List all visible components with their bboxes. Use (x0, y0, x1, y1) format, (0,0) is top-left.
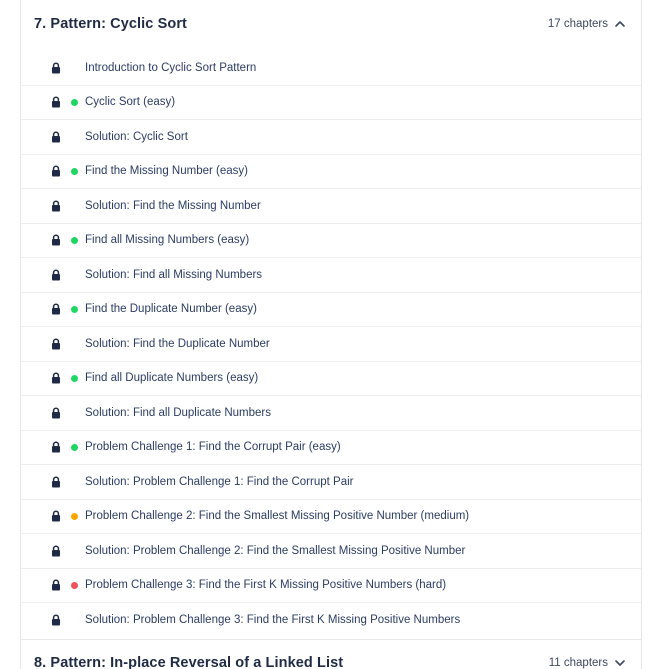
lesson-row[interactable]: Solution: Problem Challenge 1: Find the … (21, 465, 641, 500)
difficulty-dot-easy (70, 236, 78, 244)
lesson-row[interactable]: Solution: Cyclic Sort (21, 120, 641, 155)
difficulty-dot-easy (70, 374, 78, 382)
lesson-link[interactable]: Solution: Cyclic Sort (85, 131, 188, 143)
lock-icon (52, 269, 60, 281)
lesson-link[interactable]: Solution: Find the Duplicate Number (85, 338, 270, 350)
lock-icon (52, 96, 60, 108)
lesson-row[interactable]: Problem Challenge 1: Find the Corrupt Pa… (21, 431, 641, 465)
lesson-link[interactable]: Solution: Find the Missing Number (85, 200, 261, 212)
lock-icon (52, 579, 60, 591)
lock-icon (52, 131, 60, 143)
lesson-row[interactable]: Solution: Find the Duplicate Number (21, 327, 641, 362)
lock-icon (52, 614, 60, 626)
section-meta: 11 chapters (549, 657, 626, 669)
lesson-link[interactable]: Solution: Find all Missing Numbers (85, 269, 262, 281)
lesson-row[interactable]: Solution: Problem Challenge 2: Find the … (21, 534, 641, 569)
lock-icon (52, 234, 60, 246)
lock-icon (52, 545, 60, 557)
lesson-row[interactable]: Introduction to Cyclic Sort Pattern (21, 51, 641, 86)
difficulty-slot (65, 236, 83, 244)
lock-icon (52, 407, 60, 419)
lesson-link[interactable]: Solution: Problem Challenge 2: Find the … (85, 545, 465, 557)
difficulty-dot-easy (70, 443, 78, 451)
difficulty-dot-easy (70, 98, 78, 106)
lock-icon (52, 476, 60, 488)
lesson-row[interactable]: Find the Duplicate Number (easy) (21, 293, 641, 327)
difficulty-slot (65, 98, 83, 106)
lock-icon (52, 338, 60, 350)
lesson-row[interactable]: Find all Missing Numbers (easy) (21, 224, 641, 258)
lock-icon (52, 165, 60, 177)
lesson-link[interactable]: Introduction to Cyclic Sort Pattern (85, 62, 256, 74)
difficulty-slot (65, 512, 83, 520)
section-title: 8. Pattern: In-place Reversal of a Linke… (34, 654, 344, 669)
lesson-row[interactable]: Solution: Find all Duplicate Numbers (21, 396, 641, 431)
lesson-link[interactable]: Find the Missing Number (easy) (85, 165, 248, 177)
lesson-link[interactable]: Problem Challenge 1: Find the Corrupt Pa… (85, 441, 341, 453)
section-header-cyclic-sort[interactable]: 7. Pattern: Cyclic Sort 17 chapters (21, 1, 641, 47)
lock-icon (52, 200, 60, 212)
difficulty-slot (65, 167, 83, 175)
lesson-link[interactable]: Find all Duplicate Numbers (easy) (85, 372, 258, 384)
lock-icon (52, 62, 60, 74)
chevron-up-icon[interactable] (614, 18, 626, 30)
lesson-list: Introduction to Cyclic Sort Pattern Cycli… (21, 51, 641, 638)
difficulty-dot-hard (70, 581, 78, 589)
section-title: 7. Pattern: Cyclic Sort (34, 16, 187, 32)
lesson-link[interactable]: Problem Challenge 3: Find the First K Mi… (85, 579, 446, 591)
difficulty-slot (65, 581, 83, 589)
difficulty-dot-easy (70, 167, 78, 175)
lesson-row[interactable]: Solution: Problem Challenge 3: Find the … (21, 603, 641, 638)
lesson-row[interactable]: Solution: Find the Missing Number (21, 189, 641, 224)
lesson-row[interactable]: Cyclic Sort (easy) (21, 86, 641, 120)
lock-icon (52, 372, 60, 384)
lesson-link[interactable]: Find all Missing Numbers (easy) (85, 234, 249, 246)
lesson-row[interactable]: Problem Challenge 3: Find the First K Mi… (21, 569, 641, 603)
section-meta: 17 chapters (548, 18, 626, 30)
lock-icon (52, 510, 60, 522)
course-outline-panel: 7. Pattern: Cyclic Sort 17 chapters Intr… (20, 0, 642, 669)
lock-icon (52, 303, 60, 315)
chevron-down-icon[interactable] (614, 657, 626, 669)
difficulty-dot-medium (70, 512, 78, 520)
lesson-row[interactable]: Solution: Find all Missing Numbers (21, 258, 641, 293)
lock-icon (52, 441, 60, 453)
chapters-count: 11 chapters (548, 656, 608, 669)
difficulty-slot (65, 305, 83, 313)
difficulty-slot (65, 443, 83, 451)
lesson-row[interactable]: Find all Duplicate Numbers (easy) (21, 362, 641, 396)
chapters-count: 17 chapters (547, 18, 608, 30)
lesson-link[interactable]: Find the Duplicate Number (easy) (85, 303, 257, 315)
lesson-row[interactable]: Find the Missing Number (easy) (21, 155, 641, 189)
lesson-link[interactable]: Cyclic Sort (easy) (85, 96, 175, 108)
lesson-link[interactable]: Solution: Find all Duplicate Numbers (85, 407, 271, 419)
lesson-link[interactable]: Problem Challenge 2: Find the Smallest M… (85, 510, 469, 522)
lesson-row[interactable]: Problem Challenge 2: Find the Smallest M… (21, 500, 641, 534)
section-header-in-place-reversal[interactable]: 8. Pattern: In-place Reversal of a Linke… (21, 639, 641, 669)
difficulty-dot-easy (70, 305, 78, 313)
lesson-link[interactable]: Solution: Problem Challenge 3: Find the … (85, 614, 460, 626)
difficulty-slot (65, 374, 83, 382)
lesson-link[interactable]: Solution: Problem Challenge 1: Find the … (85, 476, 353, 488)
